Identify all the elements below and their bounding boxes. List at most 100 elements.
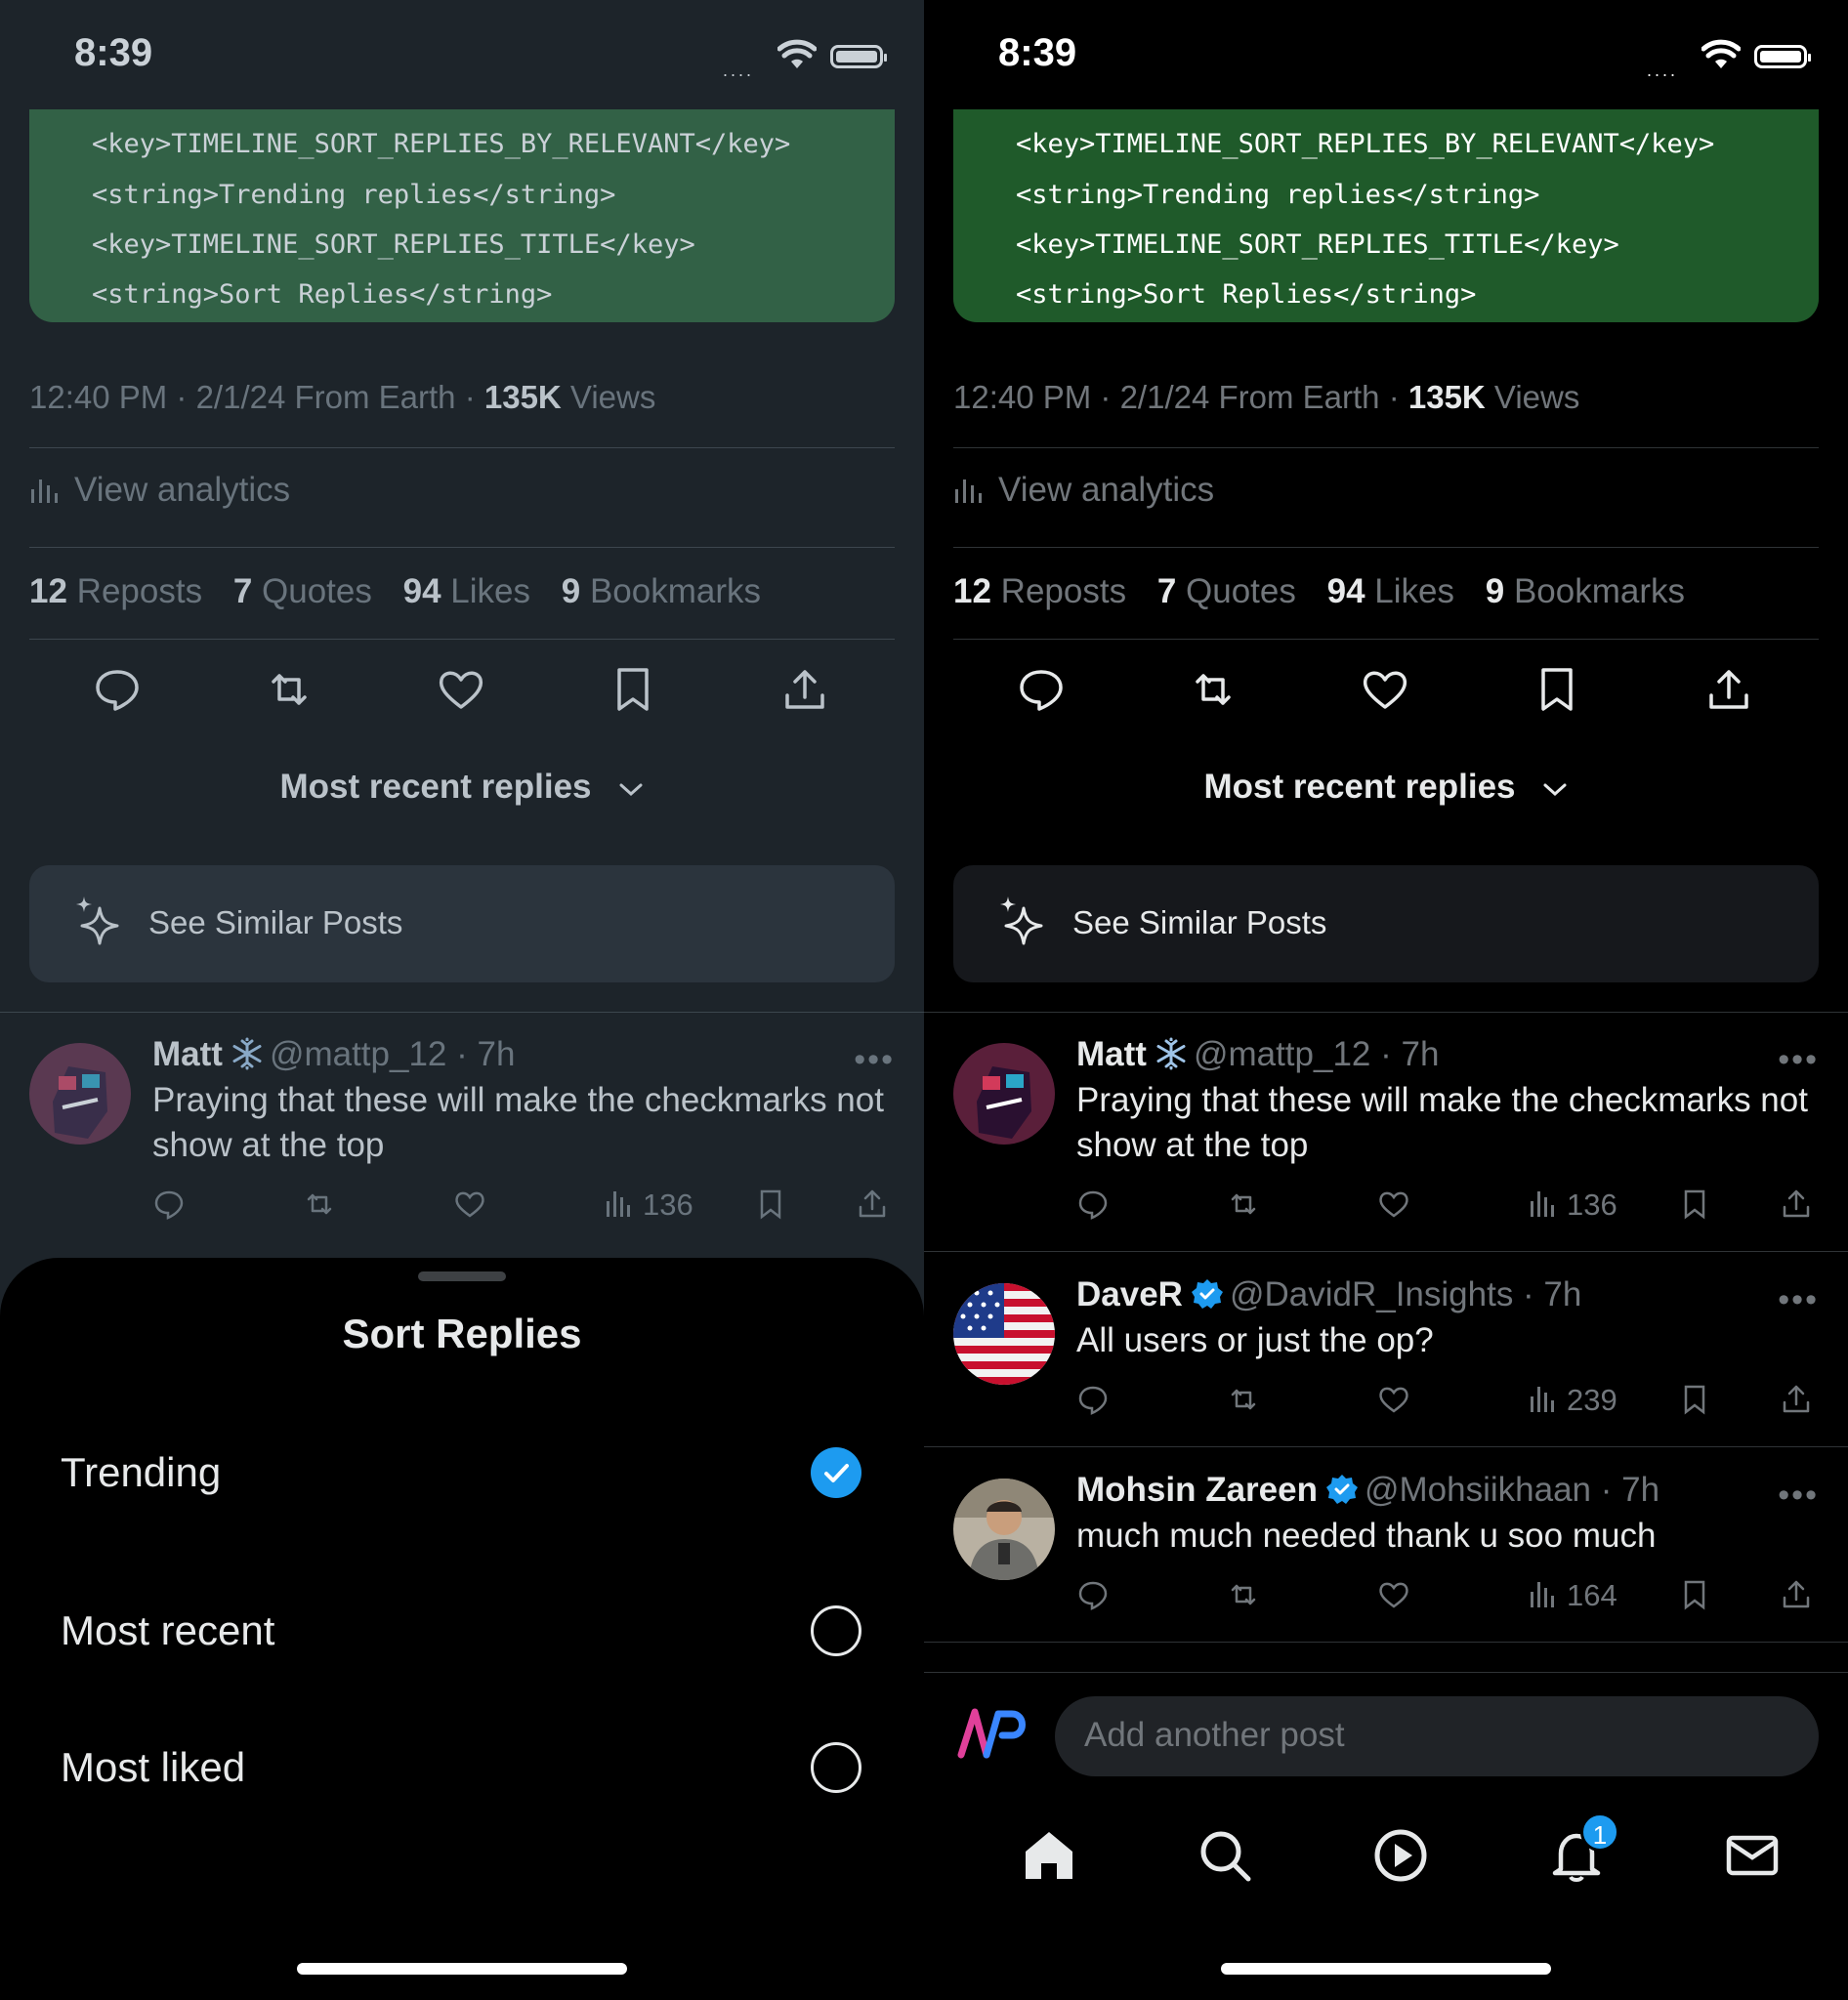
analytics-label: View analytics [74,471,291,509]
author-handle[interactable]: @Mohsiikhaan · 7h [1365,1471,1659,1509]
share-icon[interactable] [856,1188,889,1221]
views-icon[interactable] [1528,1188,1561,1221]
search-icon[interactable] [1196,1826,1254,1885]
bookmark-icon[interactable] [1678,1188,1711,1221]
share-icon[interactable] [1703,664,1754,715]
share-icon[interactable] [779,664,830,715]
reply-item[interactable]: Matt @mattp_12 · 7h ••• Praying that thes… [0,1012,924,1252]
reply-icon[interactable] [1076,1188,1110,1221]
like-icon[interactable] [436,664,486,715]
author-handle[interactable]: @DavidR_Insights · 7h [1230,1275,1581,1313]
add-post-input[interactable]: Add another post [1055,1696,1819,1776]
reply-text: Praying that these will make the checkma… [1076,1081,1808,1164]
bookmark-icon[interactable] [754,1188,787,1221]
right-screen: 8:39 .... <key>TIMELINE_SORT_REPLIES_BY_… [924,0,1848,2000]
author-name[interactable]: DaveR [1076,1275,1183,1313]
code-line: <key>TIMELINE_SORT_REPLIES_TITLE</key> [1016,229,1619,260]
bookmark-icon[interactable] [608,664,658,715]
reply-item[interactable]: Mohsin Zareen @Mohsiikhaan · 7h ••• much … [924,1447,1848,1672]
radio-unchecked-icon[interactable] [811,1605,861,1656]
share-icon[interactable] [1780,1578,1813,1611]
repost-icon[interactable] [303,1188,336,1221]
avatar[interactable] [953,1043,1055,1145]
reposts-count[interactable]: 12 Reposts [29,572,202,610]
sheet-grabber[interactable] [418,1271,506,1281]
sort-replies-button[interactable]: Most recent replies [924,768,1848,807]
author-name[interactable]: Matt [1076,1035,1147,1073]
reply-item[interactable]: DaveR @DavidR_Insights · 7h ••• All users… [924,1252,1848,1447]
repost-icon[interactable] [1227,1383,1260,1416]
like-icon[interactable] [1377,1188,1410,1221]
bookmark-icon[interactable] [1678,1383,1711,1416]
reply-actions: 136 [152,1188,904,1227]
views-icon[interactable] [604,1188,637,1221]
notification-count-badge[interactable]: 1 [1580,1812,1619,1852]
see-similar-posts-button[interactable]: See Similar Posts [953,865,1819,982]
share-icon[interactable] [1780,1188,1813,1221]
sort-label: Most recent replies [279,768,592,806]
like-icon[interactable] [453,1188,486,1221]
bookmarks-count[interactable]: 9 Bookmarks [562,572,761,610]
status-bar: 8:39 .... [0,0,924,109]
see-similar-posts-button[interactable]: See Similar Posts [29,865,895,982]
code-line: <string>Sort Replies</string> [1016,279,1477,310]
sort-option-trending[interactable]: Trending [0,1414,924,1531]
likes-count[interactable]: 94 Likes [1327,572,1454,610]
avatar[interactable] [953,1479,1055,1580]
repost-icon[interactable] [1227,1188,1260,1221]
messages-icon[interactable] [1723,1826,1782,1885]
code-line: <key>TIMELINE_SORT_REPLIES_BY_RELEVANT</… [1016,129,1715,159]
reposts-count[interactable]: 12 Reposts [953,572,1126,610]
author-name[interactable]: Mohsin Zareen [1076,1471,1318,1509]
radio-checked-icon[interactable] [811,1447,861,1498]
share-icon[interactable] [1780,1383,1813,1416]
reply-text: Praying that these will make the checkma… [152,1081,884,1164]
analytics-icon [31,479,58,503]
radio-unchecked-icon[interactable] [811,1742,861,1793]
reply-icon[interactable] [152,1188,186,1221]
option-label: Most recent [61,1607,275,1653]
reply-icon[interactable] [1076,1383,1110,1416]
avatar[interactable] [29,1043,131,1145]
sort-option-most-recent[interactable]: Most recent [0,1572,924,1689]
sort-replies-button[interactable]: Most recent replies [0,768,924,807]
video-play-icon[interactable] [1371,1826,1430,1885]
divider [29,447,895,448]
view-analytics-link[interactable]: View analytics [29,471,290,510]
more-options-icon[interactable]: ••• [854,1041,895,1079]
signal-icon: .... [723,61,755,80]
reply-icon[interactable] [1016,664,1067,715]
author-handle[interactable]: @mattp_12 · 7h [1194,1035,1440,1073]
engagement-counts: 12 Reposts 7 Quotes 94 Likes 9 Bookmarks [953,572,1706,611]
home-icon[interactable] [1020,1826,1078,1885]
quotes-count[interactable]: 7 Quotes [233,572,372,610]
like-icon[interactable] [1377,1578,1410,1611]
code-line: <string>Trending replies</string> [92,180,616,210]
reply-item[interactable]: Matt @mattp_12 · 7h ••• Praying that thes… [924,1012,1848,1252]
avatar[interactable] [953,1283,1055,1385]
like-icon[interactable] [1360,664,1410,715]
more-options-icon[interactable]: ••• [1778,1041,1819,1079]
quotes-count[interactable]: 7 Quotes [1157,572,1296,610]
bookmark-icon[interactable] [1678,1578,1711,1611]
more-options-icon[interactable]: ••• [1778,1281,1819,1319]
code-line: <key>TIMELINE_SORT_REPLIES_TITLE</key> [92,229,695,260]
repost-icon[interactable] [1188,664,1239,715]
like-icon[interactable] [1377,1383,1410,1416]
views-count: 136 [643,1188,693,1222]
bookmark-icon[interactable] [1532,664,1582,715]
repost-icon[interactable] [264,664,315,715]
bookmarks-count[interactable]: 9 Bookmarks [1486,572,1685,610]
likes-count[interactable]: 94 Likes [403,572,530,610]
views-icon[interactable] [1528,1383,1561,1416]
author-name[interactable]: Matt [152,1035,223,1073]
view-analytics-link[interactable]: View analytics [953,471,1214,510]
sort-option-most-liked[interactable]: Most liked [0,1709,924,1826]
reply-icon[interactable] [92,664,143,715]
author-handle[interactable]: @mattp_12 · 7h [270,1035,516,1073]
app-logo-icon[interactable] [957,1704,1033,1763]
reply-icon[interactable] [1076,1578,1110,1611]
views-icon[interactable] [1528,1578,1561,1611]
repost-icon[interactable] [1227,1578,1260,1611]
more-options-icon[interactable]: ••• [1778,1477,1819,1515]
